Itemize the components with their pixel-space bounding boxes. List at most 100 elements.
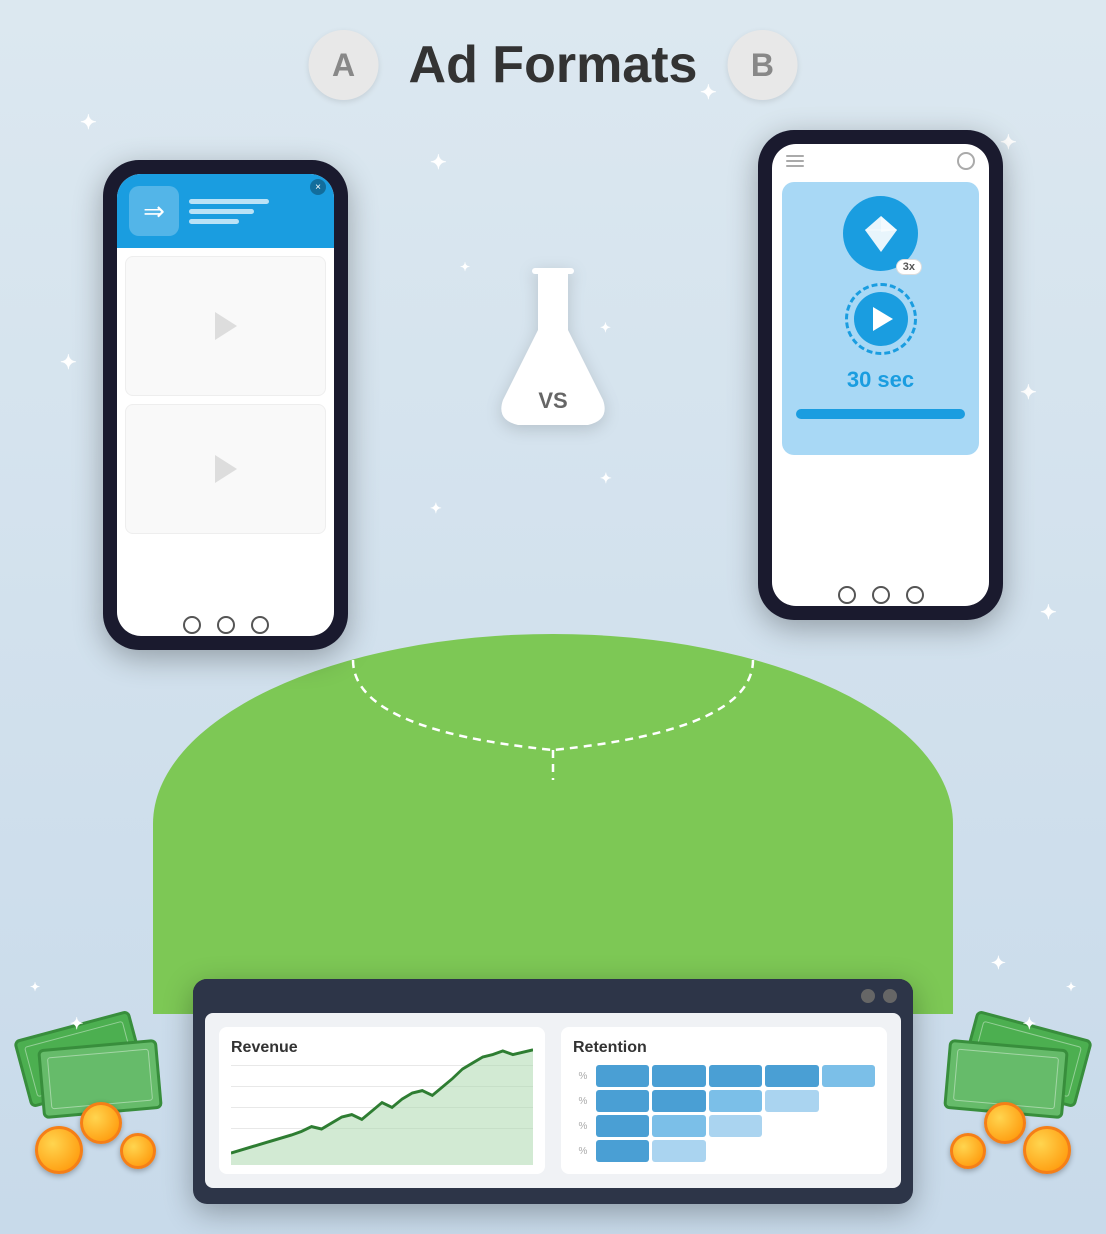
phone-b-nav-dot-1 xyxy=(838,586,856,604)
h-line-2 xyxy=(786,160,804,162)
phone-a-nav-dot-2 xyxy=(217,616,235,634)
ad-text-lines xyxy=(189,199,269,224)
ret-label-2: % xyxy=(573,1090,593,1112)
hamburger-icon xyxy=(786,155,804,167)
ad-line-3 xyxy=(189,219,239,224)
dash-dot-1 xyxy=(861,989,875,1003)
phones-area: ⇒ × xyxy=(103,130,1003,650)
ret-cell-1-5 xyxy=(822,1065,875,1087)
sparkle-money-r1: ✦ xyxy=(1023,1014,1036,1034)
money-right: ✦ ✦ ✦ xyxy=(926,974,1086,1174)
ad-close-button[interactable]: × xyxy=(310,179,326,195)
sparkle-1: ✦ xyxy=(80,110,97,135)
coin-right-2 xyxy=(984,1102,1026,1144)
sparkle-money-l1: ✦ xyxy=(70,1014,83,1034)
header: A Ad Formats B xyxy=(309,30,798,100)
ret-cell-1-3 xyxy=(709,1065,762,1087)
ad-icon: ⇒ xyxy=(143,196,165,227)
label-b-circle: B xyxy=(727,30,797,100)
play-icon-1 xyxy=(215,312,237,340)
video-play-inner[interactable] xyxy=(854,292,908,346)
ret-cell-2-5 xyxy=(822,1090,875,1112)
phone-b-nav-dot-3 xyxy=(906,586,924,604)
ret-cell-3-5 xyxy=(822,1115,875,1137)
ad-line-2 xyxy=(189,209,254,214)
phone-b-screen: 3x 30 sec xyxy=(772,144,989,606)
phone-b-nav-bar xyxy=(838,586,924,604)
badge-3x: 3x xyxy=(896,259,922,275)
analytics-dashboard: Revenue Retention xyxy=(193,979,913,1204)
dashboard-content: Revenue Retention xyxy=(205,1013,901,1188)
sparkle-9: ✦ xyxy=(1040,600,1057,625)
sparkle-money-r3: ✦ xyxy=(991,953,1006,974)
retention-grid: % % % % xyxy=(573,1065,875,1162)
ret-cell-4-1 xyxy=(596,1140,649,1162)
ret-cell-4-3 xyxy=(709,1140,762,1162)
coin-left-1 xyxy=(35,1126,83,1174)
ret-cell-2-4 xyxy=(765,1090,818,1112)
video-play-circle[interactable] xyxy=(845,283,917,355)
diamond-reward: 3x xyxy=(843,196,918,271)
svg-text:VS: VS xyxy=(538,388,567,413)
rewarded-ad-card: 3x 30 sec xyxy=(782,182,979,455)
play-triangle-white xyxy=(873,307,893,331)
ret-cell-1-4 xyxy=(765,1065,818,1087)
ret-cell-3-2 xyxy=(652,1115,705,1137)
sparkle-5: ✦ xyxy=(60,350,77,375)
money-left: ✦ ✦ xyxy=(20,974,180,1174)
play-icon-2 xyxy=(215,455,237,483)
ret-cell-3-3 xyxy=(709,1115,762,1137)
phone-b-top-bar xyxy=(772,144,989,178)
ad-line-1 xyxy=(189,199,269,204)
bottom-bar-primary xyxy=(796,409,965,419)
phone-a-content-2 xyxy=(125,404,326,534)
coin-left-2 xyxy=(80,1102,122,1144)
page-title: Ad Formats xyxy=(409,35,698,95)
ret-label-1: % xyxy=(573,1065,593,1087)
phone-a-nav-dot-1 xyxy=(183,616,201,634)
ret-cell-2-2 xyxy=(652,1090,705,1112)
diamond-svg xyxy=(859,214,903,254)
sparkle-money-l2: ✦ xyxy=(30,980,40,994)
phone-a-ad-banner: ⇒ × xyxy=(117,174,334,248)
flask-icon: VS xyxy=(488,260,618,430)
phone-a: ⇒ × xyxy=(103,160,348,650)
vs-flask-area: VS xyxy=(488,260,618,430)
coin-left-3 xyxy=(120,1133,156,1169)
retention-title: Retention xyxy=(573,1039,875,1057)
sparkle-8: ✦ xyxy=(1020,380,1037,405)
phone-a-content-1 xyxy=(125,256,326,396)
ret-cell-2-3 xyxy=(709,1090,762,1112)
revenue-chart xyxy=(231,1065,533,1129)
phone-b: 3x 30 sec xyxy=(758,130,1003,620)
top-circle-button xyxy=(957,152,975,170)
ret-cell-3-4 xyxy=(765,1115,818,1137)
label-a-circle: A xyxy=(309,30,379,100)
ret-label-4: % xyxy=(573,1140,593,1162)
dash-dot-2 xyxy=(883,989,897,1003)
ret-cell-3-1 xyxy=(596,1115,649,1137)
ret-cell-4-2 xyxy=(652,1140,705,1162)
coin-right-3 xyxy=(950,1133,986,1169)
ret-cell-4-5 xyxy=(822,1140,875,1162)
revenue-chart-svg xyxy=(231,1045,533,1165)
ret-cell-1-1 xyxy=(596,1065,649,1087)
h-line-3 xyxy=(786,165,804,167)
retention-panel: Retention % % % xyxy=(561,1027,887,1174)
bottom-bar-secondary xyxy=(813,435,948,441)
dashed-connector xyxy=(253,650,853,780)
h-line-1 xyxy=(786,155,804,157)
ret-cell-2-1 xyxy=(596,1090,649,1112)
ret-label-3: % xyxy=(573,1115,593,1137)
coin-right-1 xyxy=(1023,1126,1071,1174)
ret-cell-1-2 xyxy=(652,1065,705,1087)
phone-b-nav-dot-2 xyxy=(872,586,890,604)
sparkle-money-r2: ✦ xyxy=(1066,980,1076,994)
ad-icon-box: ⇒ xyxy=(129,186,179,236)
phone-a-screen: ⇒ × xyxy=(117,174,334,636)
timer-display: 30 sec xyxy=(847,367,914,393)
ret-cell-4-4 xyxy=(765,1140,818,1162)
dashboard-top-bar xyxy=(193,979,913,1013)
phone-a-nav-dot-3 xyxy=(251,616,269,634)
phone-a-nav-bar xyxy=(183,616,269,634)
